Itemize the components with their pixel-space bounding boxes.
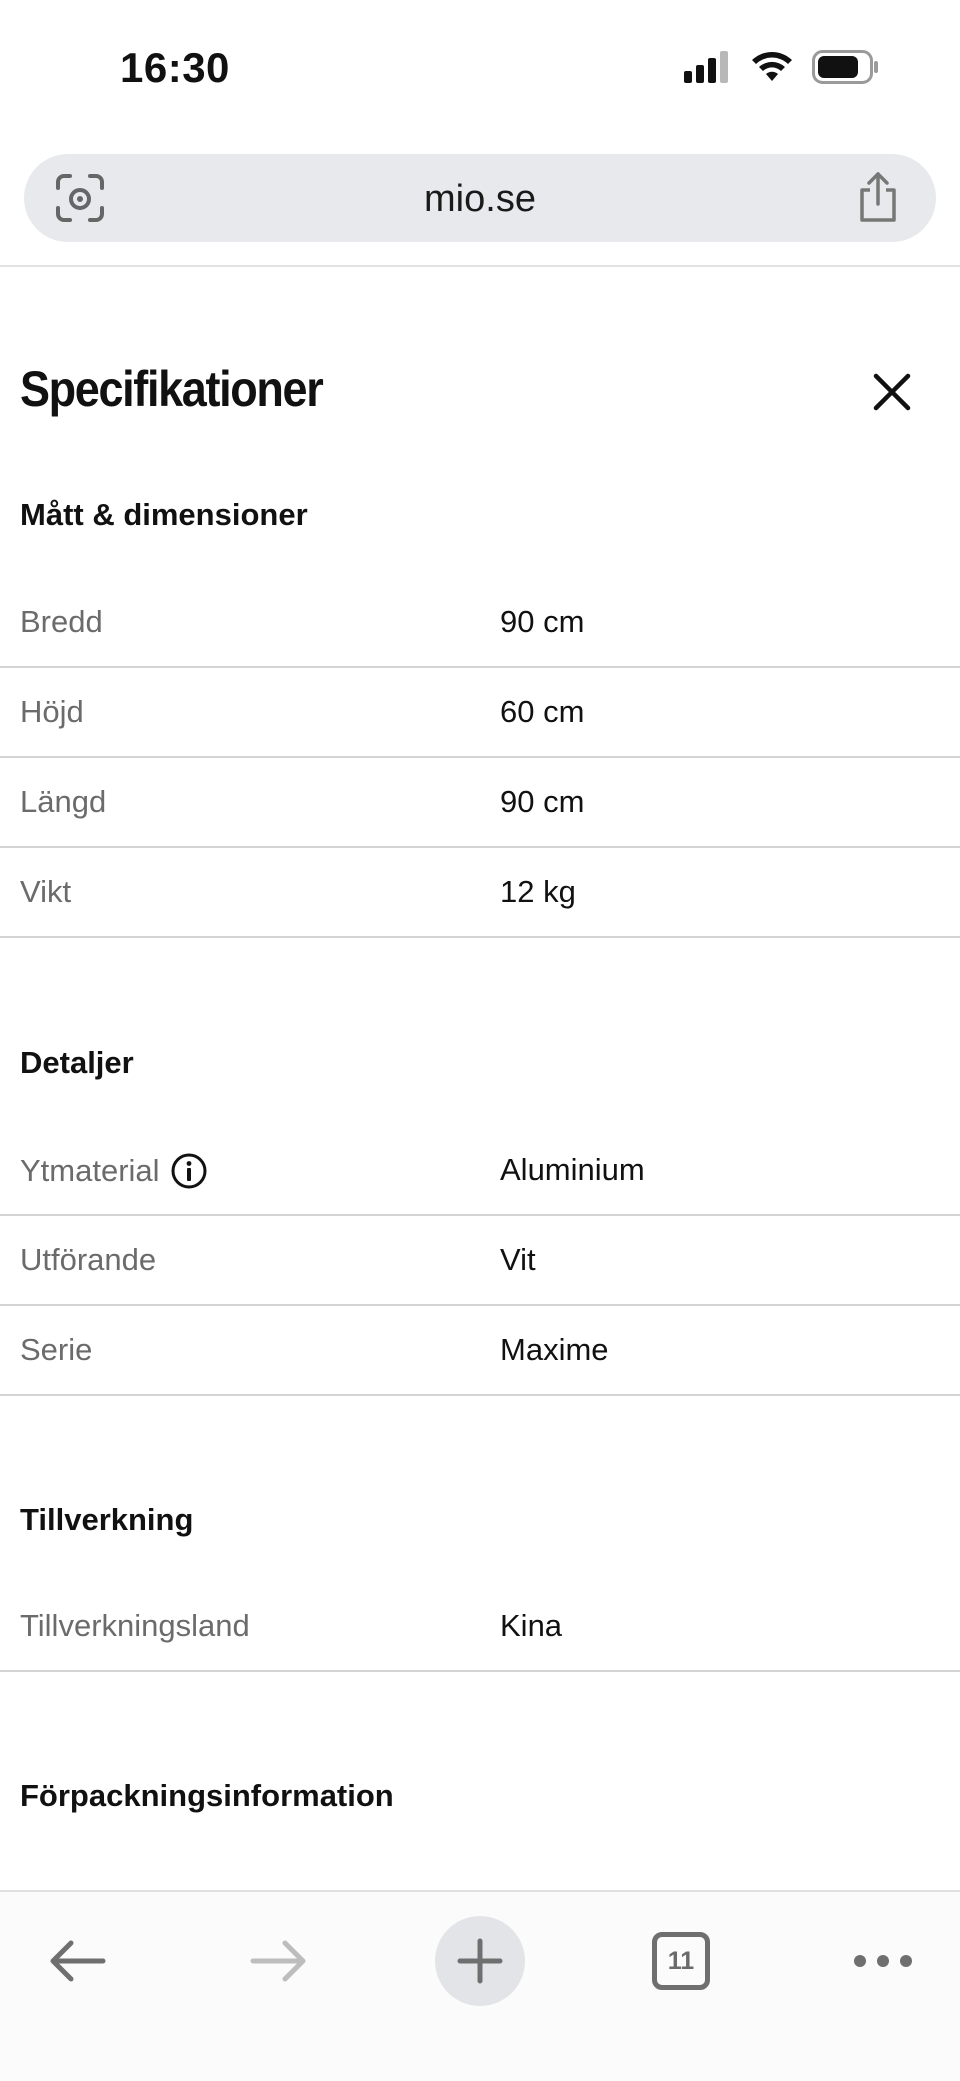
status-time: 16:30 (120, 44, 230, 91)
spec-value: Maxime (500, 1332, 609, 1367)
spec-value: 60 cm (500, 694, 585, 729)
status-icons (684, 50, 880, 84)
info-icon[interactable] (170, 1152, 208, 1190)
battery-icon (812, 50, 878, 84)
forward-button[interactable] (234, 1916, 324, 2006)
tabs-icon[interactable]: 11 (652, 1932, 710, 1990)
new-tab-button[interactable] (435, 1916, 525, 2006)
share-icon[interactable] (854, 170, 902, 224)
spec-label: Serie (20, 1332, 93, 1367)
close-icon[interactable] (864, 364, 920, 420)
url-text[interactable]: mio.se (24, 178, 936, 221)
spec-row: Höjd 60 cm (0, 668, 960, 758)
spec-row: Utförande Vit (0, 1216, 960, 1306)
spec-label: Ytmaterial (20, 1153, 160, 1188)
spec-label: Höjd (20, 694, 84, 729)
spec-value: Kina (500, 1608, 563, 1643)
browser-toolbar: 11 (0, 1890, 960, 2081)
spec-label: Bredd (20, 604, 103, 639)
section-title-dimensions: Mått & dimensioner (20, 497, 308, 532)
spec-label-with-info: Ytmaterial (20, 1152, 208, 1190)
spec-value: 90 cm (500, 784, 585, 819)
section-title-packaging: Förpackningsinformation (20, 1778, 394, 1813)
forward-arrow-icon[interactable] (249, 1939, 309, 1983)
status-bar: 16:30 (0, 0, 960, 140)
spec-row: Bredd 90 cm (0, 578, 960, 668)
tabs-count: 11 (667, 1946, 695, 1975)
wifi-icon (752, 52, 792, 81)
address-bar[interactable]: mio.se (24, 154, 936, 242)
section-title-details: Detaljer (20, 1045, 134, 1080)
spec-label: Utförande (20, 1242, 157, 1277)
spec-row: Tillverkningsland Kina (0, 1582, 960, 1672)
page-title: Specifikationer (20, 361, 324, 417)
spec-row: Längd 90 cm (0, 758, 960, 848)
back-arrow-icon[interactable] (47, 1939, 107, 1983)
more-icon[interactable] (853, 1954, 913, 1968)
section-title-manufacturing: Tillverkning (20, 1502, 194, 1537)
more-button[interactable] (838, 1916, 928, 2006)
cellular-signal-icon (684, 51, 728, 83)
spec-label: Längd (20, 784, 107, 819)
spec-value: 90 cm (500, 604, 585, 639)
tabs-button[interactable]: 11 (636, 1916, 726, 2006)
back-button[interactable] (32, 1916, 122, 2006)
plus-icon[interactable] (456, 1937, 504, 1985)
toolbar-divider (0, 265, 960, 267)
spec-value: Vit (500, 1242, 536, 1277)
spec-value: Aluminium (500, 1152, 645, 1187)
spec-row: Ytmaterial Aluminium (0, 1126, 960, 1216)
spec-row: Vikt 12 kg (0, 848, 960, 938)
spec-label: Vikt (20, 874, 72, 909)
spec-label: Tillverkningsland (20, 1608, 250, 1643)
spec-value: 12 kg (500, 874, 576, 909)
spec-row: Serie Maxime (0, 1306, 960, 1396)
